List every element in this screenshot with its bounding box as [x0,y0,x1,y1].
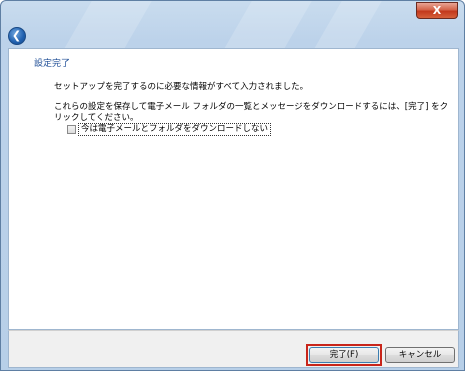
completion-message: セットアップを完了するのに必要な情報がすべて入力されました。 [54,82,309,92]
wizard-content: 設定完了 セットアップを完了するのに必要な情報がすべて入力されました。 これらの… [8,48,459,330]
close-icon: X [432,4,442,17]
cancel-button[interactable]: キャンセル [385,347,455,363]
download-option[interactable]: 今は電子メールとフォルダをダウンロードしない [67,122,272,136]
finish-button[interactable]: 完了(F) [309,347,379,363]
close-button[interactable]: X [416,2,458,19]
dont-download-checkbox[interactable] [67,124,76,134]
back-button[interactable]: ❮ [8,27,26,45]
wizard-window: X ❮ 設定完了 セットアップを完了するのに必要な情報がすべて入力されました。 … [0,0,465,371]
button-bar: 完了(F) キャンセル [8,330,459,368]
back-arrow-icon: ❮ [11,29,22,42]
instruction-message: これらの設定を保存して電子メール フォルダの一覧とメッセージをダウンロードするに… [54,102,449,123]
dont-download-label[interactable]: 今は電子メールとフォルダをダウンロードしない [78,122,272,136]
page-title: 設定完了 [34,59,71,69]
title-bar: X [1,1,464,73]
